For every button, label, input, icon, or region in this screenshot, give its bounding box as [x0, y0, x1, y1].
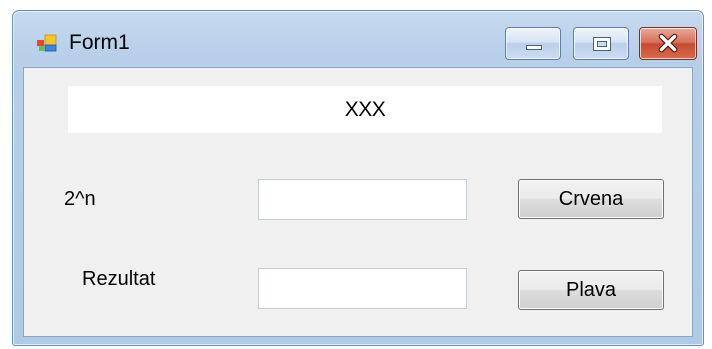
close-icon: [658, 33, 678, 53]
crvena-button[interactable]: Crvena: [518, 179, 664, 219]
display-label: XXX: [68, 86, 662, 133]
result-label: Rezultat: [82, 268, 156, 290]
power-label: 2^n: [64, 188, 96, 210]
title-bar[interactable]: Form1: [13, 11, 703, 67]
window-title: Form1: [69, 31, 130, 54]
plava-button[interactable]: Plava: [518, 270, 664, 310]
power-input[interactable]: [258, 179, 467, 220]
result-input[interactable]: [258, 268, 467, 309]
winforms-app-icon: [37, 34, 57, 52]
form-client-area: XXX 2^n Crvena Rezultat Plava: [23, 67, 693, 337]
maximize-icon: [593, 37, 611, 51]
form1-window: Form1 XXX 2^n Crvena Rezultat Plava: [12, 10, 704, 346]
minimize-icon: [526, 45, 542, 50]
maximize-button[interactable]: [573, 27, 629, 60]
minimize-button[interactable]: [505, 27, 561, 60]
close-button[interactable]: [639, 27, 697, 60]
